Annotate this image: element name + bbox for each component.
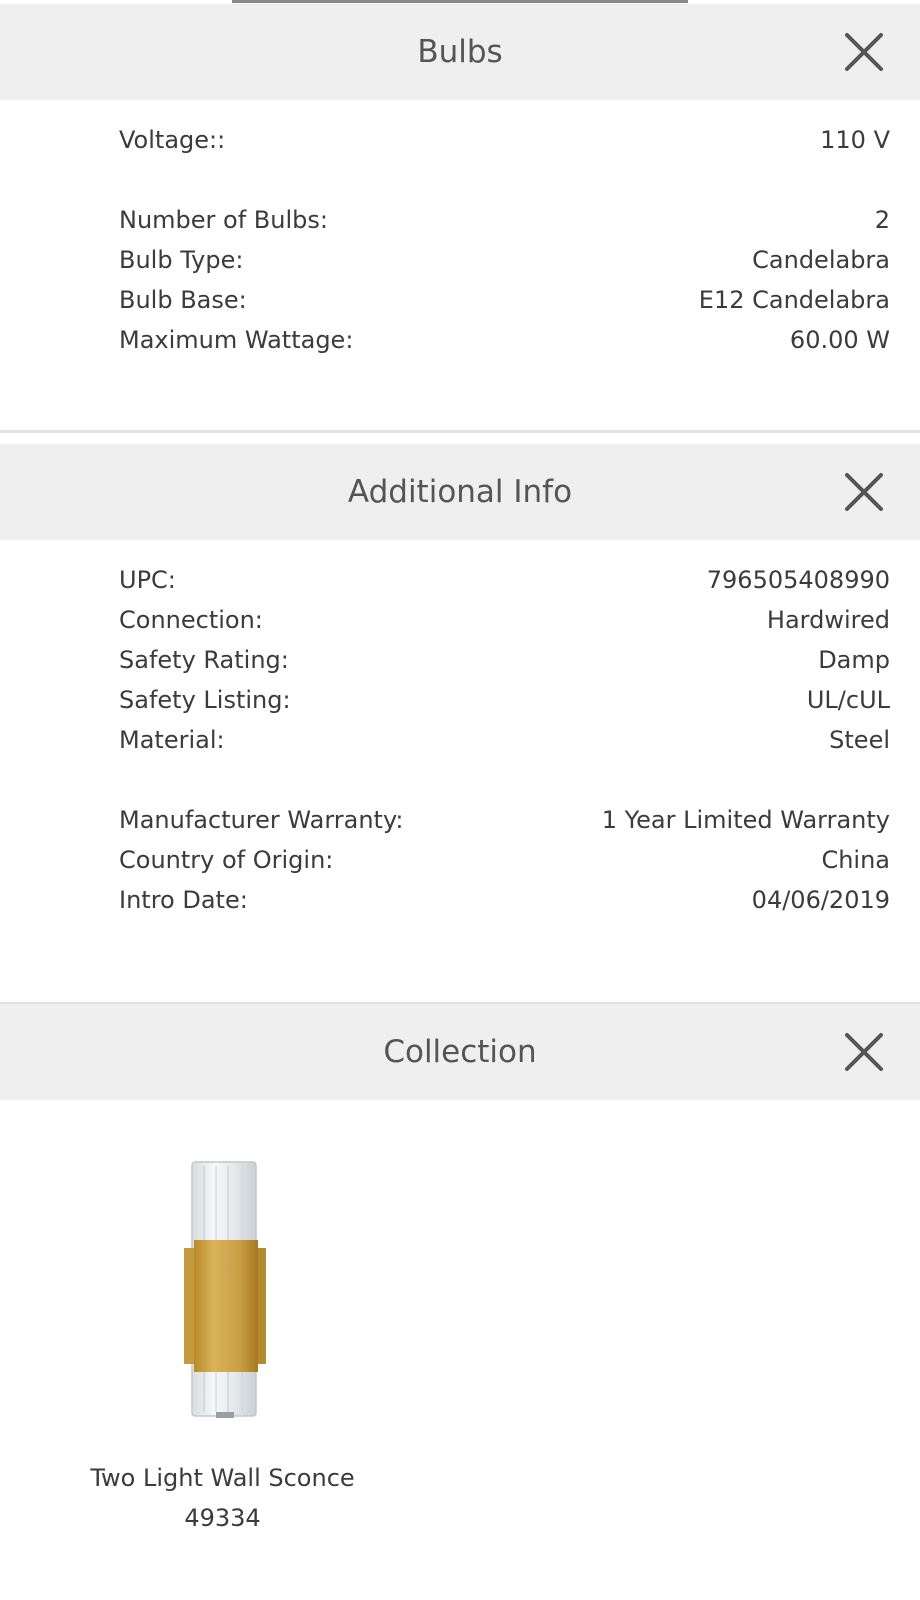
- spec-row-safety-listing: Safety Listing: UL/cUL: [119, 680, 890, 720]
- spec-value: 110 V: [820, 126, 890, 154]
- spec-row-country-of-origin: Country of Origin: China: [119, 840, 890, 880]
- spec-value: 2: [874, 206, 890, 234]
- spec-value: 1 Year Limited Warranty: [601, 806, 890, 834]
- spec-row-material: Material: Steel: [119, 720, 890, 760]
- spec-value: E12 Candelabra: [698, 286, 890, 314]
- spec-label: Country of Origin:: [119, 846, 334, 874]
- spec-label: Material:: [119, 726, 225, 754]
- spec-label: Bulb Base:: [119, 286, 247, 314]
- spec-label: Number of Bulbs:: [119, 206, 328, 234]
- spec-value: China: [821, 846, 890, 874]
- spec-value: Damp: [818, 646, 890, 674]
- spec-label: Manufacturer Warranty:: [119, 806, 404, 834]
- spec-label: UPC:: [119, 566, 176, 594]
- close-icon[interactable]: [844, 1032, 884, 1072]
- spec-label: Maximum Wattage:: [119, 326, 354, 354]
- scroll-indicator: [232, 0, 688, 3]
- spec-row-number-of-bulbs: Number of Bulbs: 2: [119, 200, 890, 240]
- spec-value: 796505408990: [706, 566, 890, 594]
- additional-info-section-title: Additional Info: [347, 474, 573, 510]
- spec-value: Candelabra: [752, 246, 890, 274]
- collection-section-header[interactable]: Collection: [0, 1004, 920, 1100]
- spec-row-manufacturer-warranty: Manufacturer Warranty: 1 Year Limited Wa…: [119, 800, 890, 840]
- spec-row-intro-date: Intro Date: 04/06/2019: [119, 880, 890, 920]
- product-sku: 49334: [184, 1504, 261, 1532]
- spec-row-upc: UPC: 796505408990: [119, 560, 890, 600]
- spec-row-bulb-type: Bulb Type: Candelabra: [119, 240, 890, 280]
- bulbs-section-title: Bulbs: [417, 34, 503, 70]
- wall-sconce-image[interactable]: [170, 1160, 280, 1420]
- spec-label: Connection:: [119, 606, 263, 634]
- spec-value: Steel: [829, 726, 890, 754]
- spec-value: UL/cUL: [806, 686, 890, 714]
- spec-value: 04/06/2019: [751, 886, 890, 914]
- spec-value: Hardwired: [766, 606, 890, 634]
- section-divider: [0, 430, 920, 433]
- spec-row-connection: Connection: Hardwired: [119, 600, 890, 640]
- spec-row-maximum-wattage: Maximum Wattage: 60.00 W: [119, 320, 890, 360]
- collection-section-title: Collection: [383, 1034, 537, 1070]
- product-name[interactable]: Two Light Wall Sconce: [90, 1460, 355, 1496]
- collection-product-card[interactable]: Two Light Wall Sconce 49334: [90, 1160, 355, 1560]
- close-icon[interactable]: [844, 32, 884, 72]
- spec-row-safety-rating: Safety Rating: Damp: [119, 640, 890, 680]
- close-icon[interactable]: [844, 472, 884, 512]
- spec-label: Safety Listing:: [119, 686, 291, 714]
- additional-info-section-header[interactable]: Additional Info: [0, 444, 920, 540]
- spec-row-bulb-base: Bulb Base: E12 Candelabra: [119, 280, 890, 320]
- spec-row-voltage: Voltage:: 110 V: [119, 120, 890, 160]
- spec-label: Safety Rating:: [119, 646, 289, 674]
- spec-label: Intro Date:: [119, 886, 248, 914]
- spec-label: Voltage::: [119, 126, 226, 154]
- spec-label: Bulb Type:: [119, 246, 244, 274]
- bulbs-section-header[interactable]: Bulbs: [0, 4, 920, 100]
- spec-value: 60.00 W: [789, 326, 890, 354]
